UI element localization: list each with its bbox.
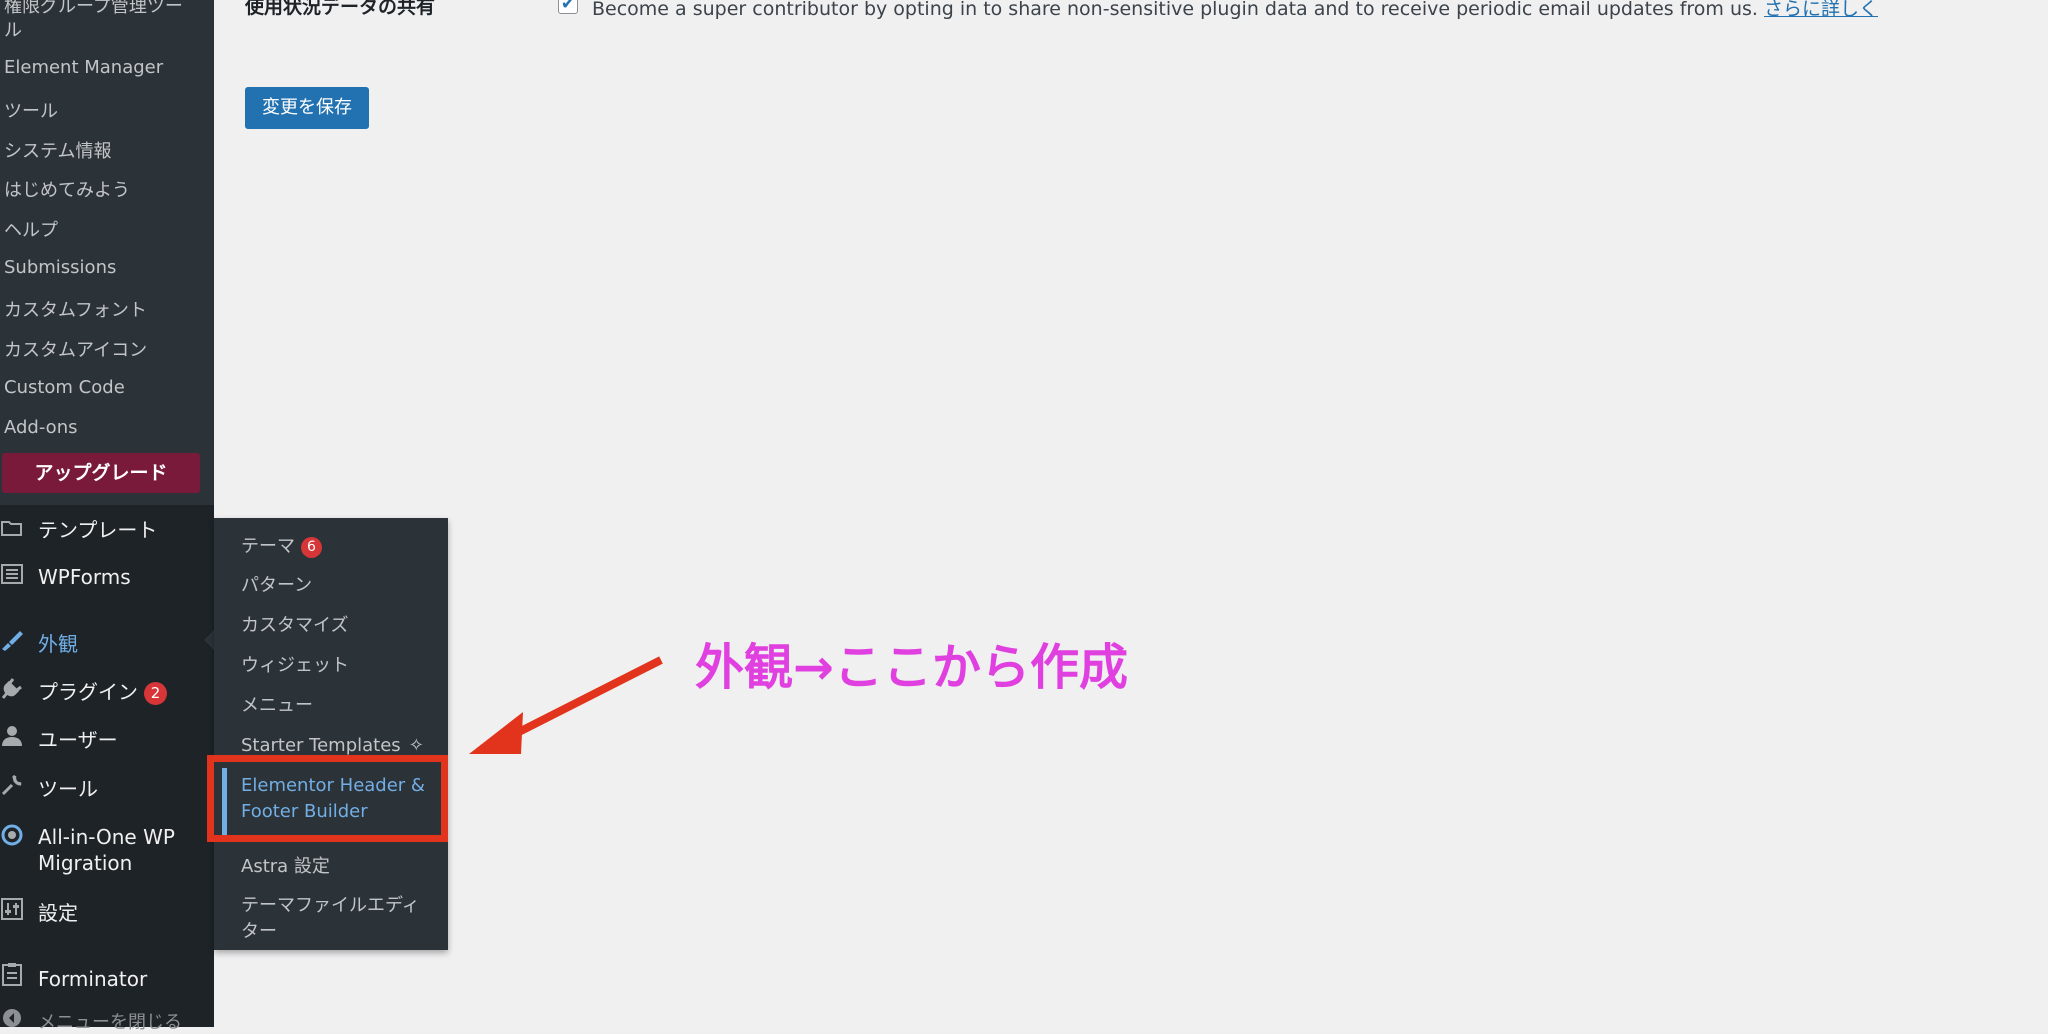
folder-icon [0, 518, 24, 542]
submenu-item-custom-code[interactable]: Custom Code [4, 377, 125, 398]
plugin-update-badge: 2 [144, 682, 167, 705]
submenu-item-widgets[interactable]: ウィジェット [241, 653, 349, 679]
submenu-item-system-info[interactable]: システム情報 [4, 137, 111, 163]
collapse-icon [0, 1008, 24, 1033]
submenu-item-element-manager[interactable]: Element Manager [4, 57, 163, 78]
sparkle-icon: ✧ [408, 735, 424, 756]
usage-data-checkbox[interactable]: ✔ [558, 0, 578, 14]
appearance-submenu: テーマ 6 パターン カスタマイズ ウィジェット メニュー Starter Tem… [214, 518, 448, 950]
clipboard-icon [0, 962, 24, 991]
menu-label: Forminator [38, 967, 148, 991]
submenu-item-menus[interactable]: メニュー [241, 693, 313, 719]
submenu-panel: 権限グループ管理ツー ル Element Manager ツール システム情報 … [0, 0, 214, 505]
upgrade-button[interactable]: アップグレード [2, 453, 200, 493]
usage-text: Become a super contributor by opting in … [592, 0, 1758, 20]
submenu-item-custom-icons[interactable]: カスタムアイコン [4, 336, 147, 362]
submenu-item-astra-settings[interactable]: Astra 設定 [241, 854, 330, 880]
submenu-item-themes[interactable]: テーマ 6 [241, 534, 322, 560]
highlight-box [207, 755, 448, 842]
brush-icon [0, 629, 24, 656]
menu-label-cont: Migration [38, 851, 133, 875]
menu-label: All-in-One WP [38, 825, 175, 849]
submenu-pointer [204, 630, 214, 650]
menu-item-tools[interactable]: ツール [0, 773, 98, 802]
menu-label: メニューを閉じる [38, 1012, 182, 1033]
save-changes-button[interactable]: 変更を保存 [245, 87, 369, 129]
menu-item-appearance[interactable]: 外観 [0, 628, 78, 657]
submenu-item-permissions[interactable]: 権限グループ管理ツー [4, 0, 183, 18]
menu-item-plugins[interactable]: プラグイン 2 [0, 676, 167, 705]
submenu-item-custom-fonts[interactable]: カスタムフォント [4, 296, 147, 322]
wrench-icon [0, 774, 24, 801]
user-icon [0, 725, 24, 752]
migration-icon [0, 824, 24, 852]
menu-label: WPForms [38, 565, 131, 589]
annotation-text: 外観→ここから作成 [695, 639, 1129, 696]
themes-update-badge: 6 [301, 536, 322, 558]
item-label: Starter Templates [241, 735, 401, 756]
menu-item-collapse[interactable]: メニューを閉じる [0, 1008, 182, 1034]
learn-more-link[interactable]: さらに詳しく [1764, 0, 1878, 20]
item-label: テーマファイルエディ [241, 895, 420, 916]
submenu-item-help[interactable]: ヘルプ [4, 216, 58, 242]
submenu-item-customize[interactable]: カスタマイズ [241, 613, 348, 639]
menu-item-wpforms[interactable]: WPForms [0, 564, 131, 589]
submenu-item-permissions-cont[interactable]: ル [4, 16, 22, 42]
item-label-cont: ター [241, 921, 277, 942]
admin-sidebar: 権限グループ管理ツー ル Element Manager ツール システム情報 … [0, 0, 214, 1033]
submenu-item-theme-file-editor[interactable]: テーマファイルエディ ター [241, 893, 420, 945]
menu-label: 外観 [38, 632, 78, 656]
submenu-item-getting-started[interactable]: はじめてみよう [4, 176, 130, 202]
menu-label: テンプレート [38, 518, 158, 542]
plugin-icon [0, 677, 24, 704]
menu-label: ユーザー [38, 728, 118, 752]
menu-item-forminator[interactable]: Forminator [0, 962, 147, 991]
setting-label: 使用状況データの共有 [245, 0, 436, 18]
menu-label: 設定 [38, 901, 78, 925]
submenu-item-submissions[interactable]: Submissions [4, 257, 116, 278]
submenu-item-tools[interactable]: ツール [4, 97, 58, 123]
item-label: テーマ [241, 536, 295, 557]
settings-icon [0, 898, 24, 925]
menu-item-users[interactable]: ユーザー [0, 724, 118, 753]
menu-label: ツール [38, 777, 98, 801]
menu-item-settings[interactable]: 設定 [0, 897, 78, 926]
usage-description: Become a super contributor by opting in … [592, 0, 1878, 21]
menu-item-templates[interactable]: テンプレート [0, 514, 157, 543]
checkmark-icon: ✔ [560, 0, 576, 14]
menu-item-migration[interactable]: All-in-One WP Migration [0, 824, 175, 876]
submenu-item-patterns[interactable]: パターン [241, 573, 312, 599]
forms-icon [0, 564, 24, 589]
submenu-item-add-ons[interactable]: Add-ons [4, 417, 77, 438]
menu-label: プラグイン [38, 680, 138, 704]
